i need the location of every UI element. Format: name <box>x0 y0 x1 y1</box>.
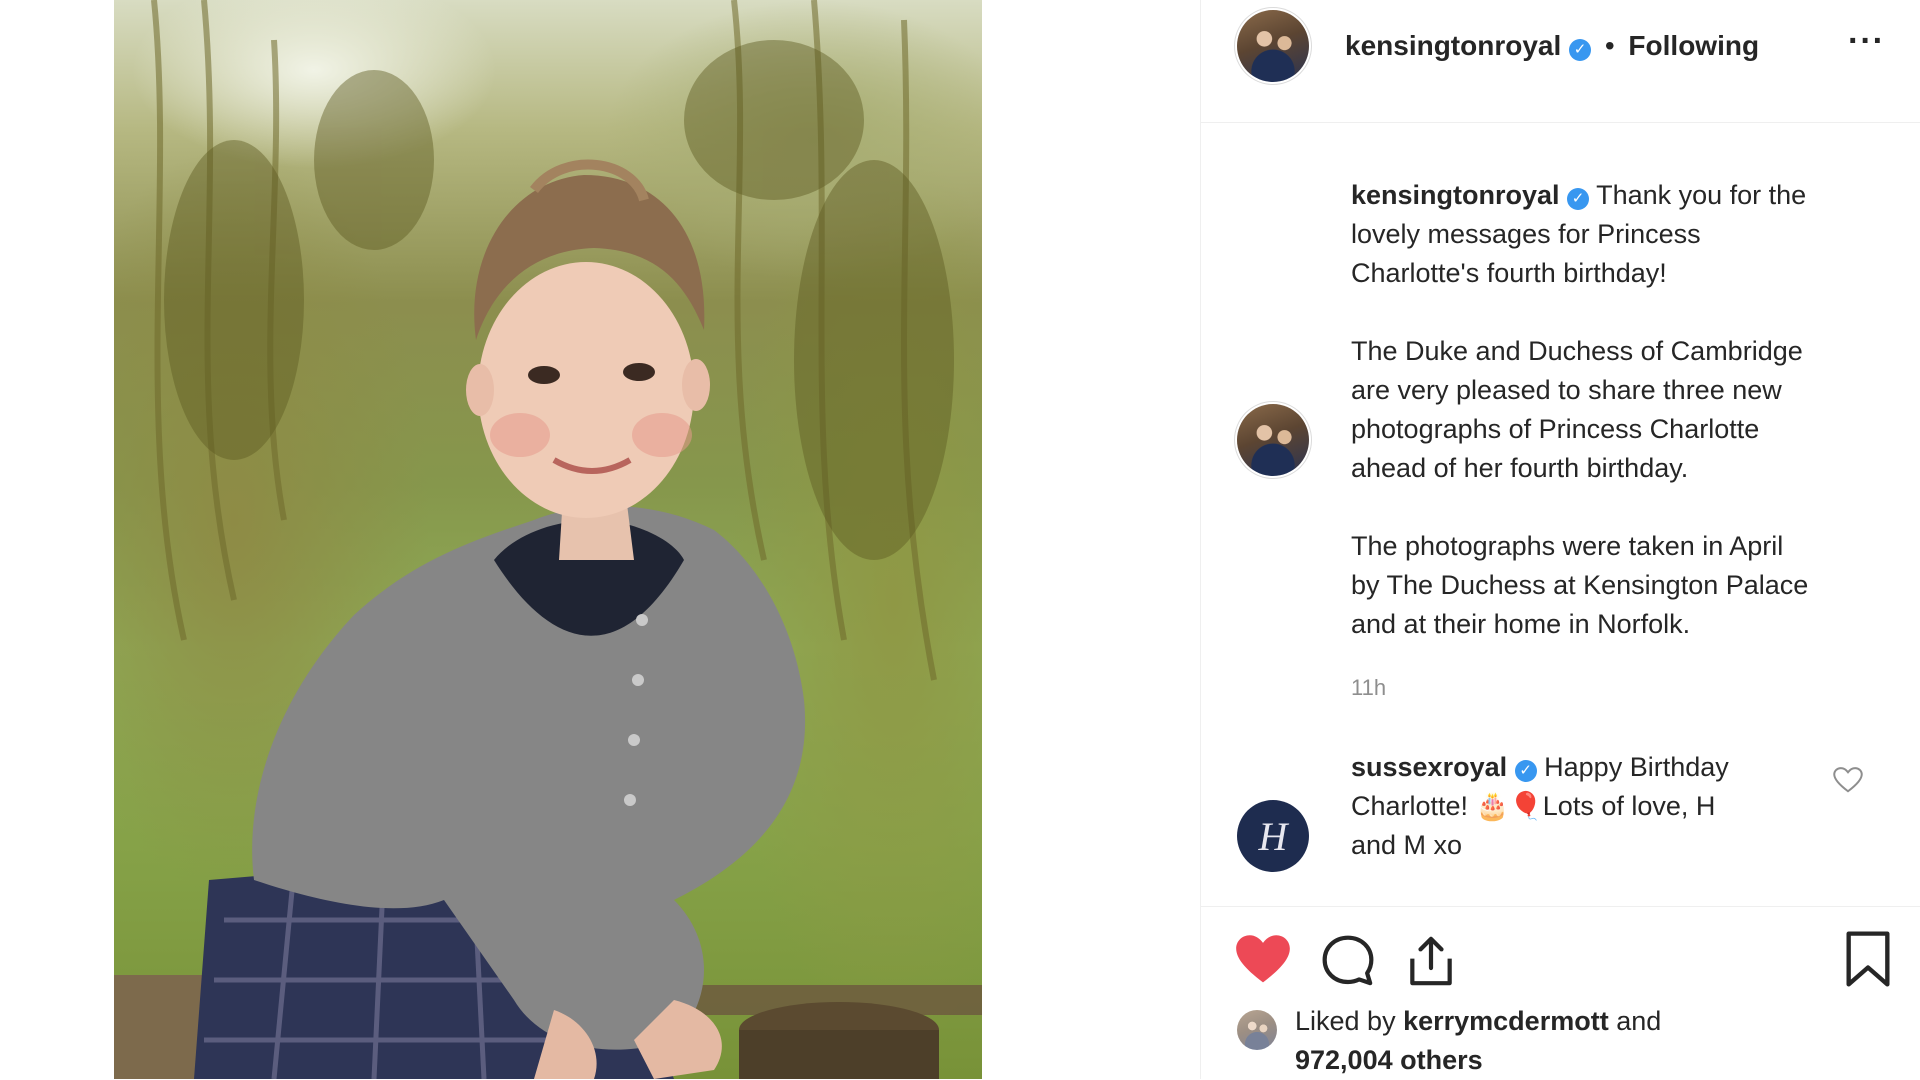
caption-line: and at their home in Norfolk. <box>1351 609 1691 639</box>
likes-others-link[interactable]: 972,004 others <box>1295 1045 1483 1075</box>
likes-prefix: Liked by <box>1295 1006 1396 1036</box>
heart-outline-icon[interactable] <box>1833 766 1863 799</box>
header-divider <box>1201 122 1920 123</box>
post-header: kensingtonroyal ✓ • Following ··· <box>1201 0 1920 96</box>
comment-text: Charlotte! 🎂🎈Lots of love, H <box>1351 791 1716 821</box>
caption-line: by The Duchess at Kensington Palace <box>1351 570 1809 600</box>
verified-icon: ✓ <box>1567 188 1590 210</box>
verified-icon: ✓ <box>1514 760 1537 782</box>
verified-icon: ✓ <box>1569 39 1592 61</box>
post-photo[interactable] <box>114 0 982 1079</box>
commenter-username[interactable]: sussexroyal <box>1351 752 1507 782</box>
author-avatar[interactable] <box>1237 10 1309 82</box>
heart-filled-icon[interactable] <box>1235 933 1291 990</box>
caption-line: lovely messages for Princess <box>1351 219 1701 249</box>
caption-line: Charlotte's fourth birthday! <box>1351 258 1667 288</box>
liker-username[interactable]: kerrymcdermott <box>1403 1006 1609 1036</box>
caption-line: are very pleased to share three new <box>1351 375 1782 405</box>
liker-avatar[interactable] <box>1237 1010 1277 1050</box>
following-button[interactable]: Following <box>1628 30 1759 61</box>
comment: sussexroyal ✓ Happy Birthday Charlotte! … <box>1351 748 1781 865</box>
likes-summary: Liked by kerrymcdermott and 972,004 othe… <box>1295 1002 1855 1080</box>
post-timestamp[interactable]: 11h <box>1351 668 1891 707</box>
likes-suffix: and <box>1616 1006 1662 1036</box>
caption-line: Thank you for the <box>1596 180 1807 210</box>
author-username[interactable]: kensingtonroyal <box>1345 30 1561 61</box>
caption-line: ahead of her fourth birthday. <box>1351 453 1689 483</box>
comment-text: Happy Birthday <box>1544 752 1729 782</box>
caption-paragraph-1: kensingtonroyal ✓ Thank you for the love… <box>1351 176 1891 293</box>
comment-text: and M xo <box>1351 830 1463 860</box>
post-side-panel: kensingtonroyal ✓ • Following ··· kensin… <box>1200 0 1920 1079</box>
caption-username[interactable]: kensingtonroyal <box>1351 180 1560 210</box>
commenter-avatar[interactable]: H <box>1237 800 1309 872</box>
crest-monogram: H <box>1258 813 1288 859</box>
caption-line: photographs of Princess Charlotte <box>1351 414 1760 444</box>
actions-divider <box>1201 906 1920 907</box>
comment-icon[interactable] <box>1319 933 1377 994</box>
bookmark-icon[interactable] <box>1843 930 1893 993</box>
caption-line: The photographs were taken in April <box>1351 531 1784 561</box>
more-icon[interactable]: ··· <box>1848 22 1885 61</box>
post-caption: kensingtonroyal ✓ Thank you for the love… <box>1351 176 1891 707</box>
share-icon[interactable] <box>1403 932 1459 995</box>
caption-paragraph-2: The Duke and Duchess of Cambridge are ve… <box>1351 332 1891 488</box>
caption-paragraph-3: The photographs were taken in April by T… <box>1351 527 1891 644</box>
post-photo-illustration <box>114 0 982 1079</box>
caption-author-avatar[interactable] <box>1237 404 1309 476</box>
caption-line: The Duke and Duchess of Cambridge <box>1351 336 1803 366</box>
header-separator: • <box>1604 30 1615 61</box>
